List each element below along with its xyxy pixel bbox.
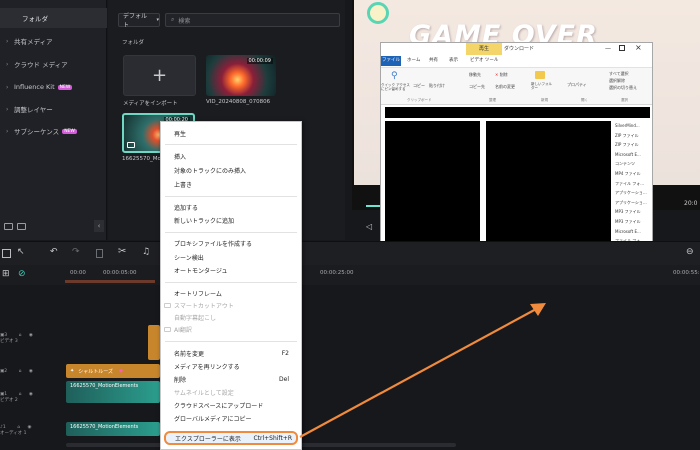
annotation-arrow <box>299 303 546 438</box>
arrow-head-icon <box>530 303 546 316</box>
arrow-line <box>299 307 539 438</box>
